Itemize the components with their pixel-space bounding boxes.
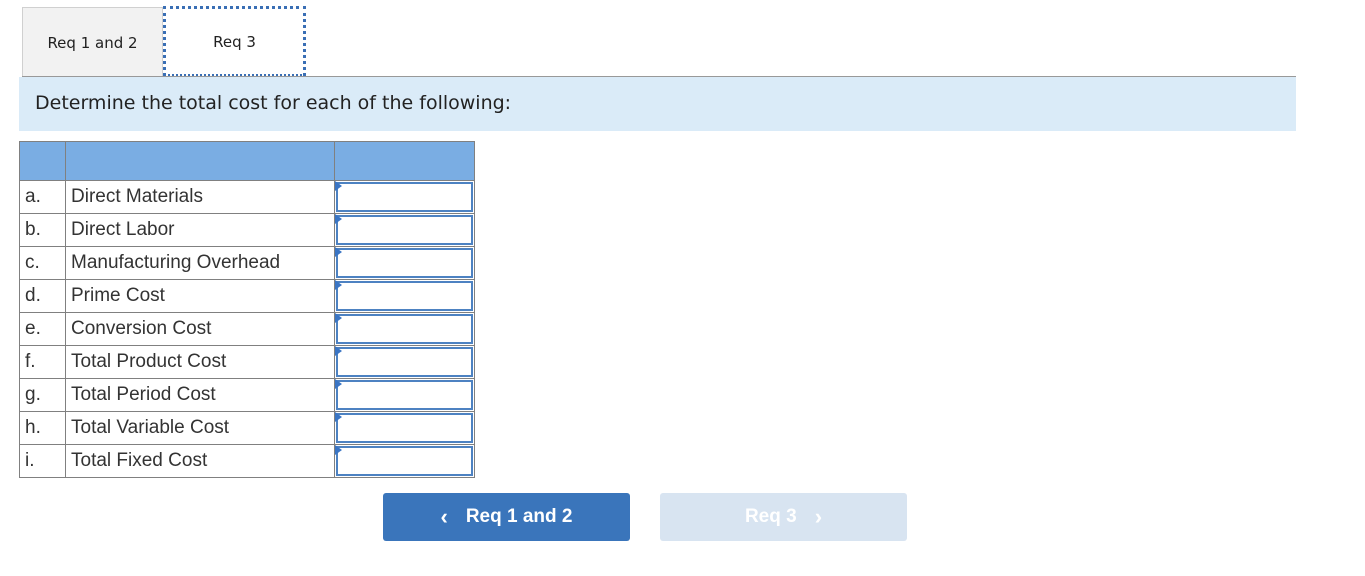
row-letter: d. [19,279,66,313]
input-flag-icon [335,445,342,455]
input-flag-icon [335,412,342,422]
amount-field[interactable] [336,413,475,443]
row-letter: e. [19,312,66,346]
row-label: Total Fixed Cost [65,444,335,478]
table-row: d. Prime Cost [19,279,475,313]
table-row: g. Total Period Cost [19,378,475,412]
instruction-text: Determine the total cost for each of the… [35,92,512,114]
row-label: Direct Materials [65,180,335,214]
table-row: b. Direct Labor [19,213,475,247]
row-label: Conversion Cost [65,312,335,346]
chevron-left-icon: ‹ [440,504,448,529]
amount-field[interactable] [336,215,475,245]
row-label: Prime Cost [65,279,335,313]
input-flag-icon [335,214,342,224]
next-req-button: Req 3 › [660,493,907,541]
amount-input[interactable] [338,283,475,311]
input-flag-icon [335,280,342,290]
next-req-label: Req 3 [744,506,797,527]
row-input-cell [334,378,475,412]
header-cell [65,141,335,181]
amount-field[interactable] [336,281,475,311]
amount-field[interactable] [336,446,475,476]
prev-req-label: Req 1 and 2 [465,506,573,527]
row-letter: a. [19,180,66,214]
amount-input[interactable] [338,316,475,344]
input-flag-icon [335,247,342,257]
amount-input[interactable] [338,448,475,476]
amount-field[interactable] [336,314,475,344]
table-header-row [19,141,475,181]
cost-table: a. Direct Materials b. Direct Labor c. Manufa… [19,141,475,478]
row-letter: b. [19,213,66,247]
input-flag-icon [335,181,342,191]
row-input-cell [334,444,475,478]
row-label: Direct Labor [65,213,335,247]
header-cell [334,141,475,181]
amount-input[interactable] [338,250,475,278]
row-letter: i. [19,444,66,478]
tab-req-1-and-2[interactable]: Req 1 and 2 [22,7,163,77]
row-label: Total Variable Cost [65,411,335,445]
row-input-cell [334,279,475,313]
table-row: h. Total Variable Cost [19,411,475,445]
tab-req-3[interactable]: Req 3 [163,6,306,76]
tab-bar: Req 1 and 2 Req 3 [22,6,306,77]
prev-req-button[interactable]: ‹ Req 1 and 2 [383,493,630,541]
amount-field[interactable] [336,380,475,410]
input-flag-icon [335,313,342,323]
amount-field[interactable] [336,347,475,377]
row-letter: c. [19,246,66,280]
row-label: Total Product Cost [65,345,335,379]
table-row: i. Total Fixed Cost [19,444,475,478]
amount-input[interactable] [338,349,475,377]
row-label: Manufacturing Overhead [65,246,335,280]
row-input-cell [334,180,475,214]
instruction-banner: Determine the total cost for each of the… [19,77,1296,131]
header-cell [19,141,66,181]
amount-field[interactable] [336,182,475,212]
chevron-right-icon: › [814,504,823,529]
table-row: f. Total Product Cost [19,345,475,379]
row-input-cell [334,246,475,280]
row-letter: f. [19,345,66,379]
amount-input[interactable] [338,217,475,245]
row-input-cell [334,312,475,346]
amount-input[interactable] [338,184,475,212]
amount-field[interactable] [336,248,475,278]
amount-input[interactable] [338,415,475,443]
table-row: c. Manufacturing Overhead [19,246,475,280]
row-letter: g. [19,378,66,412]
row-input-cell [334,345,475,379]
input-flag-icon [335,346,342,356]
row-letter: h. [19,411,66,445]
row-label: Total Period Cost [65,378,335,412]
input-flag-icon [335,379,342,389]
table-row: e. Conversion Cost [19,312,475,346]
row-input-cell [334,213,475,247]
table-row: a. Direct Materials [19,180,475,214]
amount-input[interactable] [338,382,475,410]
row-input-cell [334,411,475,445]
